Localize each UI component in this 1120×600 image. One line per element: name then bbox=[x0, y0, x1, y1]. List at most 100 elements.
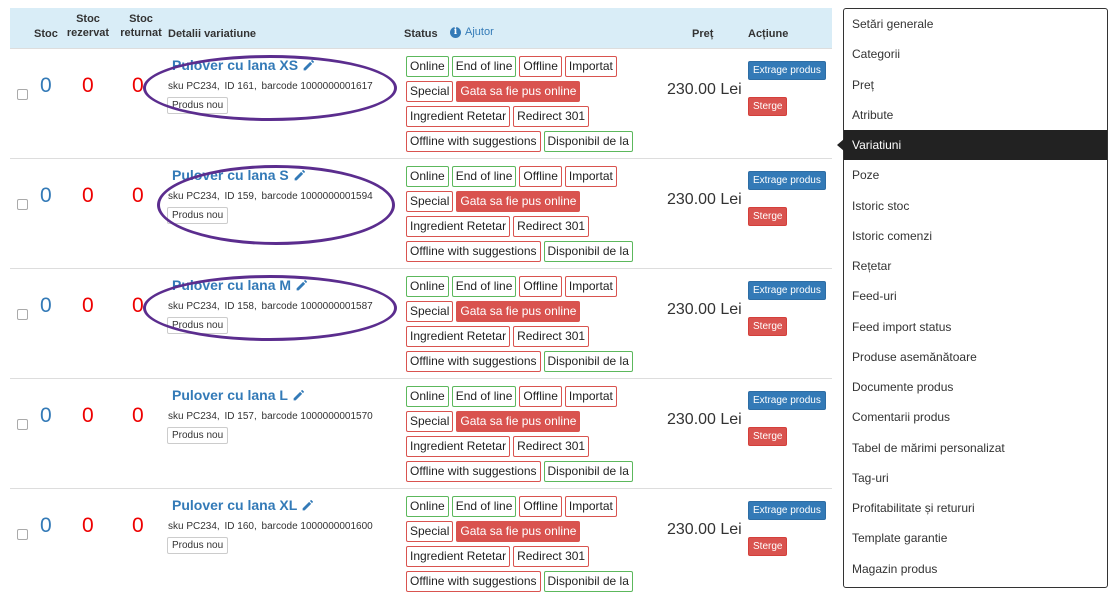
status-badge[interactable]: Online bbox=[406, 166, 449, 187]
menu-item-tag-uri[interactable]: Tag-uri bbox=[844, 463, 1107, 493]
status-badge[interactable]: Offline bbox=[519, 166, 562, 187]
status-badge[interactable]: Offline with suggestions bbox=[406, 571, 541, 592]
menu-item-setari-generale[interactable]: Setări generale bbox=[844, 9, 1107, 39]
menu-item-poze[interactable]: Poze bbox=[844, 160, 1107, 190]
menu-item-produse-asemanatoare[interactable]: Produse asemănătoare bbox=[844, 342, 1107, 372]
status-badge[interactable]: Special bbox=[406, 191, 454, 212]
status-badge[interactable]: Special bbox=[406, 301, 454, 322]
menu-item-istoric-comenzi[interactable]: Istoric comenzi bbox=[844, 221, 1107, 251]
status-badge[interactable]: Ingredient Retetar bbox=[406, 326, 511, 347]
status-badge[interactable]: Special bbox=[406, 521, 454, 542]
status-badge[interactable]: Redirect 301 bbox=[513, 546, 590, 567]
status-badge[interactable]: Importat bbox=[564, 56, 617, 77]
help-link[interactable]: i Ajutor bbox=[450, 26, 494, 38]
variation-name-link[interactable]: Pulover cu lana XS bbox=[172, 57, 315, 73]
status-badge[interactable]: Ingredient Retetar bbox=[406, 216, 511, 237]
id-text: ID 159, bbox=[224, 191, 257, 202]
status-badge[interactable]: Gata sa fie pus online bbox=[456, 301, 581, 322]
menu-item-magazin-produs[interactable]: Magazin produs bbox=[844, 554, 1107, 584]
status-badge[interactable]: Disponibil de la bbox=[543, 571, 633, 592]
menu-item-template-garantie[interactable]: Template garantie bbox=[844, 523, 1107, 553]
delete-button[interactable]: Sterge bbox=[748, 427, 788, 446]
delete-button[interactable]: Sterge bbox=[748, 537, 788, 556]
status-badge[interactable]: Online bbox=[406, 56, 449, 77]
status-badge[interactable]: Importat bbox=[564, 276, 617, 297]
variation-name-link[interactable]: Pulover cu lana S bbox=[172, 167, 306, 183]
row-checkbox[interactable] bbox=[17, 199, 28, 210]
status-badge[interactable]: Importat bbox=[564, 166, 617, 187]
status-badge[interactable]: Gata sa fie pus online bbox=[456, 411, 581, 432]
pencil-icon[interactable] bbox=[292, 389, 305, 402]
pencil-icon[interactable] bbox=[301, 499, 314, 512]
variation-name-link[interactable]: Pulover cu lana L bbox=[172, 387, 305, 403]
status-badge-row: Ingredient Retetar Redirect 301 bbox=[406, 106, 646, 127]
status-badge[interactable]: Gata sa fie pus online bbox=[456, 191, 581, 212]
status-badge[interactable]: Redirect 301 bbox=[513, 436, 590, 457]
extract-product-button[interactable]: Extrage produs bbox=[748, 61, 826, 80]
row-checkbox[interactable] bbox=[17, 309, 28, 320]
row-checkbox[interactable] bbox=[17, 419, 28, 430]
pencil-icon[interactable] bbox=[293, 169, 306, 182]
extract-product-button[interactable]: Extrage produs bbox=[748, 281, 826, 300]
status-badge[interactable]: Offline with suggestions bbox=[406, 461, 541, 482]
status-badge[interactable]: Disponibil de la bbox=[543, 351, 633, 372]
status-badge[interactable]: Online bbox=[406, 386, 449, 407]
status-badge[interactable]: Importat bbox=[564, 386, 617, 407]
status-badge[interactable]: Disponibil de la bbox=[543, 461, 633, 482]
status-badge[interactable]: Online bbox=[406, 276, 449, 297]
pencil-icon[interactable] bbox=[302, 59, 315, 72]
stoc-returnat-value: 0 bbox=[132, 74, 144, 97]
status-badge[interactable]: Disponibil de la bbox=[543, 241, 633, 262]
delete-button[interactable]: Sterge bbox=[748, 317, 788, 336]
status-badge[interactable]: Special bbox=[406, 411, 454, 432]
pencil-icon[interactable] bbox=[295, 279, 308, 292]
extract-product-button[interactable]: Extrage produs bbox=[748, 501, 826, 520]
menu-item-tabel-de-marimi-personalizat[interactable]: Tabel de mărimi personalizat bbox=[844, 433, 1107, 463]
variation-name: Pulover cu lana M bbox=[172, 277, 292, 293]
status-badge[interactable]: Offline with suggestions bbox=[406, 351, 541, 372]
status-badge[interactable]: Ingredient Retetar bbox=[406, 436, 511, 457]
menu-item-atribute[interactable]: Atribute bbox=[844, 100, 1107, 130]
status-badge[interactable]: End of line bbox=[451, 386, 517, 407]
status-badge[interactable]: Disponibil de la bbox=[543, 131, 633, 152]
status-badge[interactable]: Offline bbox=[519, 56, 562, 77]
menu-item-istoric-stoc[interactable]: Istoric stoc bbox=[844, 191, 1107, 221]
status-badge[interactable]: Online bbox=[406, 496, 449, 517]
status-badge[interactable]: Offline bbox=[519, 496, 562, 517]
status-badge[interactable]: End of line bbox=[451, 276, 517, 297]
status-badge[interactable]: End of line bbox=[451, 496, 517, 517]
status-badge[interactable]: Gata sa fie pus online bbox=[456, 81, 581, 102]
price-value: 230.00 Lei bbox=[667, 411, 742, 428]
status-badge[interactable]: Offline with suggestions bbox=[406, 241, 541, 262]
status-badge[interactable]: Importat bbox=[564, 496, 617, 517]
menu-item-pret[interactable]: Preț bbox=[844, 70, 1107, 100]
menu-item-feed-import-status[interactable]: Feed import status bbox=[844, 312, 1107, 342]
status-badge[interactable]: Offline with suggestions bbox=[406, 131, 541, 152]
status-badge[interactable]: Offline bbox=[519, 276, 562, 297]
variation-name-link[interactable]: Pulover cu lana XL bbox=[172, 497, 314, 513]
extract-product-button[interactable]: Extrage produs bbox=[748, 171, 826, 190]
status-badge[interactable]: Offline bbox=[519, 386, 562, 407]
variation-name-link[interactable]: Pulover cu lana M bbox=[172, 277, 308, 293]
status-badge[interactable]: Ingredient Retetar bbox=[406, 106, 511, 127]
status-badge[interactable]: Ingredient Retetar bbox=[406, 546, 511, 567]
row-checkbox[interactable] bbox=[17, 529, 28, 540]
menu-item-variatiuni[interactable]: Variatiuni bbox=[837, 130, 1107, 161]
status-badge[interactable]: Redirect 301 bbox=[513, 216, 590, 237]
status-badge[interactable]: End of line bbox=[451, 166, 517, 187]
menu-item-retetar[interactable]: Rețetar bbox=[844, 251, 1107, 281]
menu-item-documente-produs[interactable]: Documente produs bbox=[844, 372, 1107, 402]
status-badge[interactable]: Gata sa fie pus online bbox=[456, 521, 581, 542]
extract-product-button[interactable]: Extrage produs bbox=[748, 391, 826, 410]
status-badge[interactable]: Special bbox=[406, 81, 454, 102]
status-badge[interactable]: Redirect 301 bbox=[513, 326, 590, 347]
delete-button[interactable]: Sterge bbox=[748, 207, 788, 226]
menu-item-profitabilitate-si-retururi[interactable]: Profitabilitate și retururi bbox=[844, 493, 1107, 523]
menu-item-categorii[interactable]: Categorii bbox=[844, 39, 1107, 69]
delete-button[interactable]: Sterge bbox=[748, 97, 788, 116]
menu-item-feed-uri[interactable]: Feed-uri bbox=[844, 281, 1107, 311]
row-checkbox[interactable] bbox=[17, 89, 28, 100]
menu-item-comentarii-produs[interactable]: Comentarii produs bbox=[844, 402, 1107, 432]
status-badge[interactable]: Redirect 301 bbox=[513, 106, 590, 127]
status-badge[interactable]: End of line bbox=[451, 56, 517, 77]
